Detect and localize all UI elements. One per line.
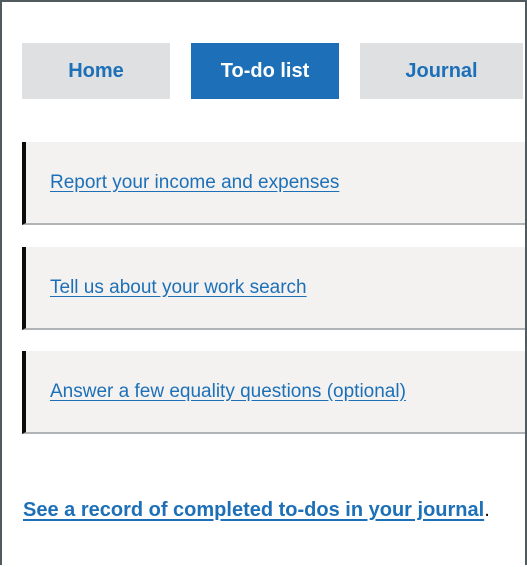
tab-home[interactable]: Home (22, 43, 170, 99)
todo-link-equality-questions[interactable]: Answer a few equality questions (optiona… (50, 381, 406, 403)
todo-link-work-search[interactable]: Tell us about your work search (50, 277, 307, 299)
todo-item-work-search: Tell us about your work search (22, 247, 525, 330)
completed-todos-text: See a record of completed to-dos in your… (23, 496, 503, 524)
todo-item-equality-questions: Answer a few equality questions (optiona… (22, 351, 525, 434)
tab-navigation: Home To-do list Journal (2, 2, 525, 112)
todo-link-income-expenses[interactable]: Report your income and expenses (50, 172, 339, 194)
completed-todos-suffix: . (484, 499, 490, 521)
todo-item-income-expenses: Report your income and expenses (22, 142, 525, 225)
tab-journal[interactable]: Journal (360, 43, 523, 99)
tab-to-do-list[interactable]: To-do list (191, 43, 339, 99)
page-frame: Home To-do list Journal Report your inco… (0, 0, 527, 565)
completed-todos-link[interactable]: See a record of completed to-dos in your… (23, 499, 484, 521)
